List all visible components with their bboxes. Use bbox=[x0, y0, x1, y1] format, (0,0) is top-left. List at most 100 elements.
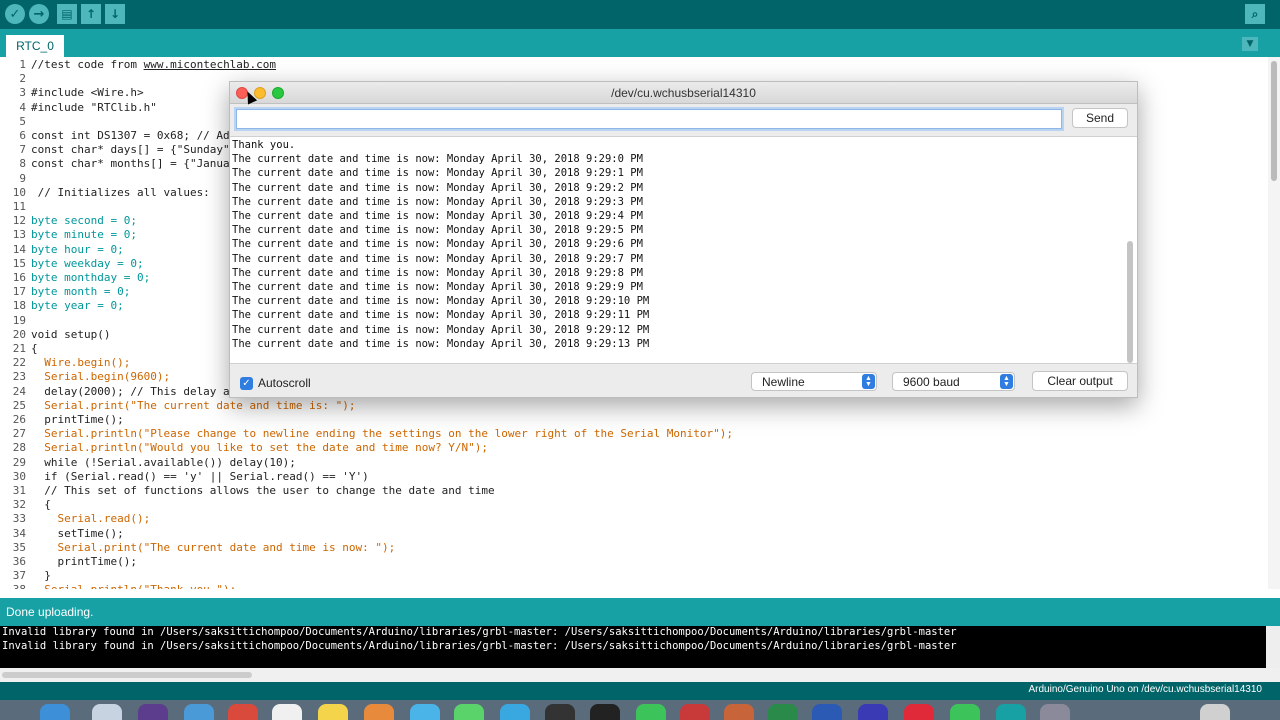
serial-monitor-button[interactable]: ⌕ bbox=[1245, 4, 1265, 24]
code-line-text: #include <Wire.h> bbox=[31, 86, 144, 100]
serial-output-line: The current date and time is now: Monday… bbox=[232, 281, 643, 293]
line-number: 14 bbox=[12, 242, 26, 256]
arduino-icon[interactable] bbox=[996, 704, 1026, 720]
tab-menu-button[interactable]: ▼ bbox=[1242, 37, 1258, 51]
serial-output-line: The current date and time is now: Monday… bbox=[232, 224, 643, 237]
line-number: 24 bbox=[12, 384, 26, 398]
code-line: printTime(); bbox=[31, 555, 137, 569]
line-number: 27 bbox=[12, 427, 26, 441]
line-number: 17 bbox=[12, 285, 26, 299]
upload-button[interactable]: → bbox=[29, 4, 49, 24]
code-line: const char* days[] = {"Sunday", bbox=[31, 143, 236, 157]
autoscroll-checkbox[interactable]: ✓ bbox=[240, 377, 253, 390]
app-icon[interactable] bbox=[904, 704, 934, 720]
calendar-icon[interactable] bbox=[228, 704, 258, 720]
trash-icon[interactable] bbox=[1200, 704, 1230, 720]
clear-output-button[interactable]: Clear output bbox=[1032, 371, 1128, 391]
document-icon: ▤ bbox=[61, 7, 73, 21]
app-icon[interactable] bbox=[680, 704, 710, 720]
code-line: Serial.println("Thank you."); bbox=[31, 583, 236, 589]
select-arrows-icon: ▲ ▼ bbox=[862, 374, 875, 389]
terminal-icon[interactable] bbox=[590, 704, 620, 720]
line-icon[interactable] bbox=[636, 704, 666, 720]
console-line: Invalid library found in /Users/saksitti… bbox=[2, 640, 957, 652]
code-line-text: byte month = 0; bbox=[31, 285, 131, 299]
code-line: if (Serial.read() == 'y' || Serial.read(… bbox=[31, 470, 369, 484]
serial-monitor-titlebar[interactable]: /dev/cu.wchusbserial14310 bbox=[230, 82, 1137, 104]
serial-output-scrollbar-thumb[interactable] bbox=[1127, 241, 1133, 363]
powerpoint-icon[interactable] bbox=[724, 704, 754, 720]
line-number: 23 bbox=[12, 370, 26, 384]
code-line-text: // This set of functions allows the user… bbox=[31, 484, 495, 497]
serial-output-line: The current date and time is now: Monday… bbox=[232, 167, 643, 180]
messages-icon[interactable] bbox=[410, 704, 440, 720]
excel-icon[interactable] bbox=[768, 704, 798, 720]
code-line-text: const char* days[] = {"Sunday", bbox=[31, 143, 237, 157]
board-info: Arduino/Genuino Uno on /dev/cu.wchusbser… bbox=[1028, 684, 1263, 695]
new-button[interactable]: ▤ bbox=[57, 4, 77, 24]
toolbar: ✓ → ▤ ↑ ↓ ⌕ bbox=[0, 0, 1280, 29]
code-line: #include <Wire.h> bbox=[31, 86, 144, 100]
tab-rtc-0[interactable]: RTC_0 bbox=[6, 35, 64, 57]
code-line-text: printTime(); bbox=[31, 555, 137, 568]
stickies-icon[interactable] bbox=[318, 704, 348, 720]
source-link[interactable]: www.micontechlab.com bbox=[144, 58, 276, 71]
serial-output-line: The current date and time is now: Monday… bbox=[232, 238, 643, 251]
send-button[interactable]: Send bbox=[1072, 108, 1128, 128]
code-line: const char* months[] = {"January bbox=[31, 157, 243, 171]
open-button[interactable]: ↑ bbox=[81, 4, 101, 24]
facetime-icon[interactable] bbox=[454, 704, 484, 720]
code-line: Serial.read(); bbox=[31, 512, 150, 526]
code-line-text: #include "RTClib.h" bbox=[31, 100, 157, 114]
notes-icon[interactable] bbox=[272, 704, 302, 720]
arrow-right-icon: → bbox=[33, 6, 45, 22]
code-line: Serial.print("The current date and time … bbox=[31, 541, 395, 555]
save-button[interactable]: ↓ bbox=[105, 4, 125, 24]
line-number: 32 bbox=[12, 498, 26, 512]
whatsapp-icon[interactable] bbox=[950, 704, 980, 720]
launchpad-icon[interactable] bbox=[92, 704, 122, 720]
serial-output-line: The current date and time is now: Monday… bbox=[232, 210, 643, 222]
line-number: 21 bbox=[12, 342, 26, 355]
code-line: #include "RTClib.h" bbox=[31, 101, 157, 115]
editor-scrollbar-thumb[interactable] bbox=[1271, 61, 1277, 181]
baud-rate-select[interactable]: 9600 baud ▲ ▼ bbox=[892, 372, 1015, 391]
app-icon[interactable] bbox=[138, 704, 168, 720]
safari-icon[interactable] bbox=[184, 704, 214, 720]
serial-output-line: The current date and time is now: Monday… bbox=[232, 153, 643, 166]
serial-input[interactable] bbox=[236, 109, 1062, 129]
line-number: 19 bbox=[12, 313, 26, 327]
line-ending-select[interactable]: Newline ▲ ▼ bbox=[751, 372, 877, 391]
horizontal-scrollbar-thumb[interactable] bbox=[2, 672, 252, 678]
editor-scrollbar[interactable] bbox=[1268, 57, 1280, 589]
code-line-text: const char* months[] = {"January bbox=[31, 157, 243, 171]
line-number: 20 bbox=[12, 327, 26, 341]
appstore-icon[interactable] bbox=[500, 704, 530, 720]
app-icon[interactable] bbox=[1040, 704, 1070, 720]
settings-icon[interactable] bbox=[545, 704, 575, 720]
line-number: 1 bbox=[19, 58, 26, 71]
code-line-text: byte weekday = 0; bbox=[31, 256, 144, 270]
serial-output-line: The current date and time is now: Monday… bbox=[232, 266, 643, 279]
serial-output-scrollbar[interactable] bbox=[1124, 137, 1136, 363]
code-line-text: { bbox=[31, 342, 38, 355]
line-number: 8 bbox=[19, 157, 26, 171]
console-line: Invalid library found in /Users/saksitti… bbox=[2, 626, 957, 638]
word-icon[interactable] bbox=[812, 704, 842, 720]
line-number: 22 bbox=[12, 356, 26, 370]
code-line-text: Serial.println("Please change to newline… bbox=[31, 427, 733, 441]
line-number: 5 bbox=[19, 114, 26, 128]
finder-icon[interactable] bbox=[40, 704, 70, 720]
code-line-text: Serial.read(); bbox=[31, 512, 151, 526]
console-horizontal-scrollbar[interactable] bbox=[0, 668, 1280, 682]
verify-button[interactable]: ✓ bbox=[5, 4, 25, 24]
photos-icon[interactable] bbox=[364, 704, 394, 720]
code-line-text: Wire.begin(); bbox=[31, 356, 131, 370]
serial-output-line: The current date and time is now: Monday… bbox=[232, 295, 650, 308]
console-scrollbar[interactable] bbox=[1266, 626, 1280, 668]
app-icon[interactable] bbox=[858, 704, 888, 720]
serial-output-line: The current date and time is now: Monday… bbox=[232, 323, 650, 336]
code-line-text: void setup() bbox=[31, 327, 111, 341]
line-number: 16 bbox=[12, 271, 26, 284]
line-ending-value: Newline bbox=[762, 375, 805, 389]
